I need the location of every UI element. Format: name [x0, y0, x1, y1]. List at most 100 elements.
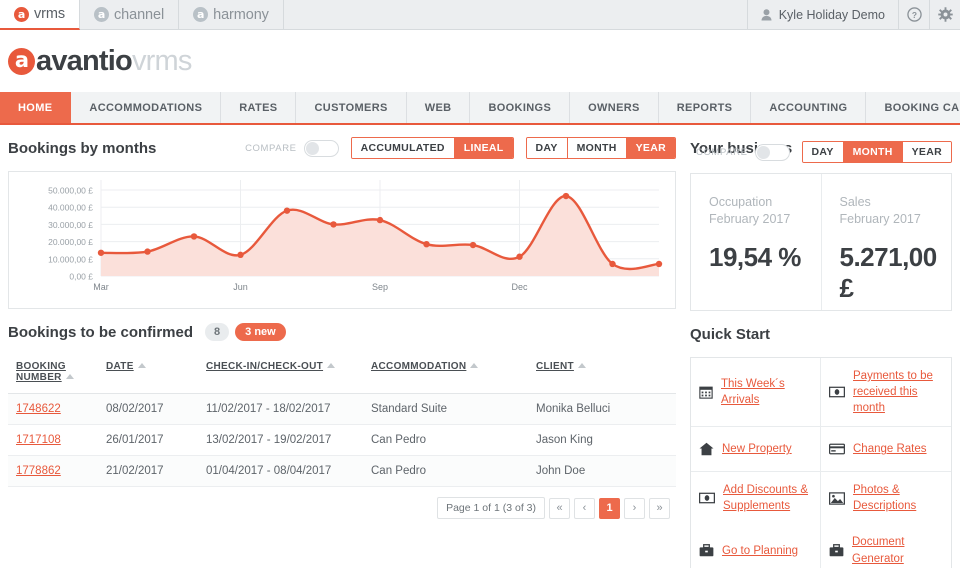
cell-accommodation: Can Pedro	[363, 456, 528, 487]
quick-start-add-discounts-supplements[interactable]: Add Discounts & Supplements	[691, 472, 821, 524]
svg-text:50.000,00 £: 50.000,00 £	[48, 186, 93, 196]
pagination-info: Page 1 of 1 (3 of 3)	[437, 497, 545, 519]
pagination: Page 1 of 1 (3 of 3) « ‹ 1 › »	[8, 487, 676, 519]
nav-item-web[interactable]: WEB	[407, 92, 471, 123]
cell-client: Monika Belluci	[528, 394, 676, 425]
stat-label: Occupation February 2017	[709, 194, 821, 228]
svg-text:20.000,00 £: 20.000,00 £	[48, 237, 93, 247]
banknote-icon	[829, 386, 845, 398]
nav-item-home[interactable]: HOME	[0, 92, 71, 123]
product-tab-vrms[interactable]: a vrms	[0, 0, 80, 30]
chart-period-day[interactable]: DAY	[527, 138, 568, 158]
nav-item-accommodations[interactable]: ACCOMMODATIONS	[71, 92, 221, 123]
bookings-table-head: BOOKING NUMBER DATE CHECK-IN/CHECK-OUT A…	[8, 355, 676, 394]
settings-button[interactable]	[929, 0, 960, 29]
pagination-last[interactable]: »	[649, 498, 670, 519]
bookings-count-badge: 8	[205, 323, 229, 341]
top-bar: a vrms a channel a harmony Kyle Holiday …	[0, 0, 960, 30]
quick-start-label: Document Generator	[852, 534, 943, 566]
nav-item-bookings[interactable]: BOOKINGS	[470, 92, 570, 123]
bookings-area-chart[interactable]: 0,00 £10.000,00 £20.000,00 £30.000,00 £4…	[9, 172, 675, 308]
column-booking-number[interactable]: BOOKING NUMBER	[8, 355, 98, 394]
svg-text:Jun: Jun	[233, 282, 248, 292]
product-tab-harmony[interactable]: a harmony	[179, 0, 284, 29]
business-period-day[interactable]: DAY	[803, 142, 844, 162]
column-accommodation[interactable]: ACCOMMODATION	[363, 355, 528, 394]
booking-number-link[interactable]: 1748622	[16, 403, 61, 415]
cell-booking-number: 1717108	[8, 425, 98, 456]
stat-period: February 2017	[709, 211, 821, 228]
avantio-mark-icon: a	[8, 48, 35, 75]
quick-start-title: Quick Start	[690, 326, 770, 343]
sort-arrow-icon	[470, 363, 478, 368]
quick-start-document-generator[interactable]: Document Generator	[821, 524, 951, 568]
quick-start-this-weeks-arrivals[interactable]: This Week´s Arrivals	[691, 358, 821, 427]
help-button[interactable]: ?	[898, 0, 929, 29]
chart-mode-accumulated[interactable]: ACCUMULATED	[352, 138, 455, 158]
svg-text:Sep: Sep	[372, 282, 388, 292]
bookings-chart-header: Bookings by months COMPARE ACCUMULATED L…	[8, 125, 676, 171]
cell-checkin-checkout: 13/02/2017 - 19/02/2017	[198, 425, 363, 456]
stat-value: 5.271,00 £	[840, 242, 952, 304]
product-tab-channel[interactable]: a channel	[80, 0, 179, 29]
nav-item-rates[interactable]: RATES	[221, 92, 296, 123]
logo-sub-text: vrms	[132, 45, 192, 78]
compare-label: COMPARE	[245, 143, 297, 154]
quick-start-change-rates[interactable]: Change Rates	[821, 427, 951, 472]
credit-card-icon	[829, 443, 845, 455]
avantio-logo[interactable]: a avantio vrms	[8, 45, 192, 78]
chart-compare-switch[interactable]	[304, 140, 339, 157]
svg-text:0,00 £: 0,00 £	[69, 272, 93, 282]
business-compare-toggle-group: COMPARE	[696, 144, 790, 161]
nav-item-customers[interactable]: CUSTOMERS	[296, 92, 406, 123]
pagination-next[interactable]: ›	[624, 498, 645, 519]
switch-knob	[757, 146, 770, 159]
chart-period-year[interactable]: YEAR	[627, 138, 675, 158]
svg-text:?: ?	[911, 10, 916, 20]
column-checkin-checkout[interactable]: CHECK-IN/CHECK-OUT	[198, 355, 363, 394]
right-column: Your business COMPARE DAY MONTH YEAR Occ…	[690, 125, 952, 568]
pagination-first[interactable]: «	[549, 498, 570, 519]
nav-item-booking-calendar[interactable]: BOOKING CALENDAR	[866, 92, 960, 123]
chart-period-buttons: DAY MONTH YEAR	[526, 137, 676, 159]
cell-client: Jason King	[528, 425, 676, 456]
nav-item-reports[interactable]: REPORTS	[659, 92, 752, 123]
business-period-year[interactable]: YEAR	[903, 142, 951, 162]
product-tab-label: channel	[114, 7, 164, 23]
nav-item-owners[interactable]: OWNERS	[570, 92, 659, 123]
brand-header: a avantio vrms	[0, 30, 960, 92]
table-header-row: BOOKING NUMBER DATE CHECK-IN/CHECK-OUT A…	[8, 355, 676, 394]
chart-mode-lineal[interactable]: LINEAL	[455, 138, 513, 158]
user-name: Kyle Holiday Demo	[779, 8, 885, 22]
pagination-page-1[interactable]: 1	[599, 498, 620, 519]
sort-arrow-icon	[578, 363, 586, 368]
svg-text:30.000,00 £: 30.000,00 £	[48, 220, 93, 230]
business-compare-switch[interactable]	[755, 144, 790, 161]
business-period-month[interactable]: MONTH	[844, 142, 903, 162]
quick-start-photos-descriptions[interactable]: Photos & Descriptions	[821, 472, 951, 524]
business-stats-card: Occupation February 2017 19,54 % Sales F…	[690, 173, 952, 311]
stat-sales: Sales February 2017 5.271,00 £	[821, 174, 952, 310]
user-menu[interactable]: Kyle Holiday Demo	[747, 0, 898, 29]
briefcase-icon	[699, 544, 714, 557]
booking-number-link[interactable]: 1717108	[16, 434, 61, 446]
table-row: 1717108 26/01/2017 13/02/2017 - 19/02/20…	[8, 425, 676, 456]
quick-start-label: Photos & Descriptions	[853, 482, 943, 514]
stat-name: Occupation	[709, 194, 821, 211]
cell-accommodation: Can Pedro	[363, 425, 528, 456]
chart-period-month[interactable]: MONTH	[568, 138, 627, 158]
quick-start-label: Add Discounts & Supplements	[723, 482, 812, 514]
booking-number-link[interactable]: 1778862	[16, 465, 61, 477]
switch-knob	[306, 142, 319, 155]
pagination-prev[interactable]: ‹	[574, 498, 595, 519]
sort-arrow-icon	[66, 374, 74, 379]
quick-start-go-to-planning[interactable]: Go to Planning	[691, 524, 821, 568]
banknote-icon	[699, 492, 715, 504]
quick-start-payments-to-be-received[interactable]: Payments to be received this month	[821, 358, 951, 427]
column-client[interactable]: CLIENT	[528, 355, 676, 394]
compare-label: COMPARE	[696, 147, 748, 158]
column-date[interactable]: DATE	[98, 355, 198, 394]
quick-start-new-property[interactable]: New Property	[691, 427, 821, 472]
column-label: DATE	[106, 361, 134, 372]
nav-item-accounting[interactable]: ACCOUNTING	[751, 92, 866, 123]
